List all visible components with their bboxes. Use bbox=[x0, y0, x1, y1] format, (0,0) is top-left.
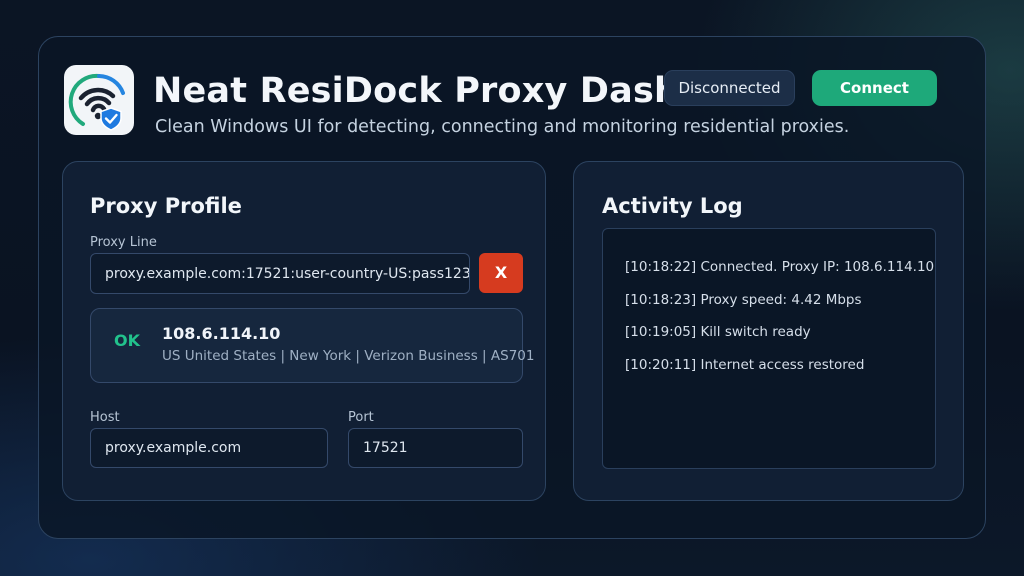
page-subtitle: Clean Windows UI for detecting, connecti… bbox=[155, 117, 850, 137]
host-input[interactable]: proxy.example.com bbox=[90, 428, 328, 468]
clear-proxy-button[interactable]: X bbox=[479, 253, 523, 293]
activity-log-panel: Activity Log [10:18:22] Connected. Proxy… bbox=[573, 161, 964, 501]
proxy-line-input[interactable]: proxy.example.com:17521:user-country-US:… bbox=[90, 253, 470, 294]
host-label: Host bbox=[90, 410, 120, 425]
connection-status-badge: Disconnected bbox=[664, 70, 795, 106]
proxy-line-value: proxy.example.com:17521:user-country-US:… bbox=[105, 265, 470, 282]
host-value: proxy.example.com bbox=[105, 440, 242, 456]
activity-log-list[interactable]: [10:18:22] Connected. Proxy IP: 108.6.11… bbox=[602, 228, 936, 469]
log-entry: [10:18:22] Connected. Proxy IP: 108.6.11… bbox=[625, 259, 935, 275]
ip-check-result: OK 108.6.114.10 US United States | New Y… bbox=[90, 308, 534, 383]
connect-button[interactable]: Connect bbox=[812, 70, 937, 106]
port-label: Port bbox=[348, 410, 374, 425]
ip-status-badge: OK bbox=[114, 331, 140, 350]
proxy-line-label: Proxy Line bbox=[90, 235, 157, 250]
wifi-shield-icon bbox=[64, 65, 134, 135]
proxy-profile-title: Proxy Profile bbox=[90, 194, 242, 218]
port-input[interactable]: 17521 bbox=[348, 428, 523, 468]
log-entry: [10:18:23] Proxy speed: 4.42 Mbps bbox=[625, 291, 862, 308]
log-entry: [10:19:05] Kill switch ready bbox=[625, 324, 811, 340]
activity-log-title: Activity Log bbox=[602, 194, 743, 218]
proxy-ip-address: 108.6.114.10 bbox=[162, 324, 281, 343]
proxy-ip-details: US United States | New York | Verizon Bu… bbox=[162, 348, 535, 364]
app-window: Neat ResiDock Proxy Dashboard Clean Wind… bbox=[38, 36, 986, 539]
log-entry: [10:20:11] Internet access restored bbox=[625, 356, 865, 373]
port-value: 17521 bbox=[363, 440, 408, 456]
proxy-profile-panel: Proxy Profile Proxy Line proxy.example.c… bbox=[62, 161, 546, 501]
